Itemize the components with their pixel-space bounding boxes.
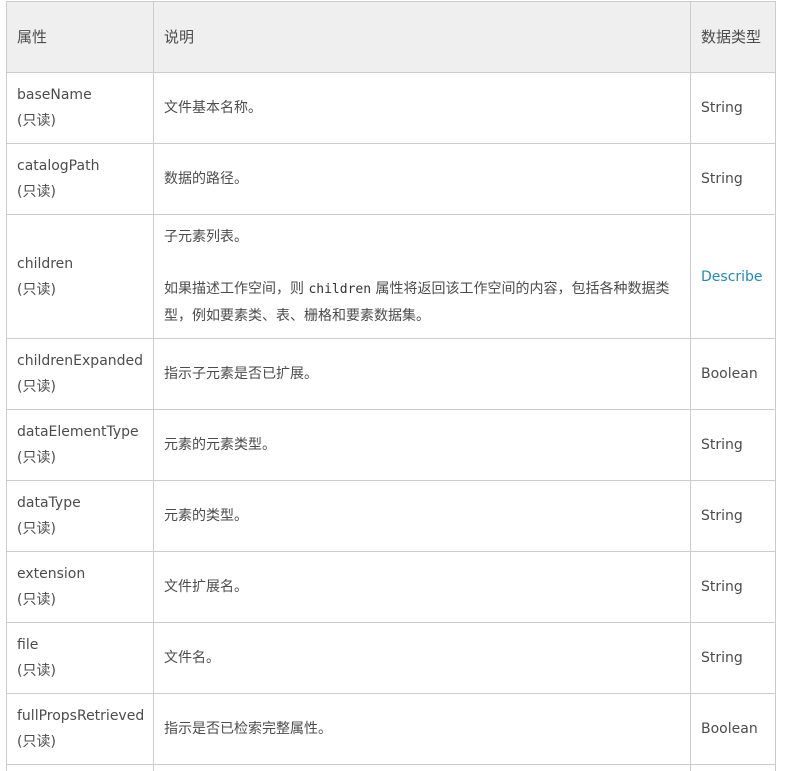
data-type-cell: String (690, 480, 776, 552)
description-text: 如果描述工作空间，则 (164, 281, 309, 297)
property-cell: dataType (只读) (6, 480, 154, 552)
description-cell: 元素的类型。 (153, 480, 691, 552)
readonly-label: (只读) (17, 113, 56, 129)
readonly-label: (只读) (17, 663, 56, 679)
data-type-value: String (701, 100, 743, 116)
property-cell: extension (只读) (6, 551, 154, 623)
data-type-cell: Boolean (690, 338, 776, 410)
description-cell: 文件名。 (153, 622, 691, 694)
property-cell: dataElementType (只读) (6, 409, 154, 481)
description-cell: 文件扩展名。 (153, 551, 691, 623)
data-type-value: String (701, 437, 743, 453)
readonly-label: (只读) (17, 592, 56, 608)
header-data-type: 数据类型 (690, 1, 776, 73)
data-type-value: Boolean (701, 721, 758, 737)
property-cell: baseName (只读) (6, 72, 154, 144)
data-type-cell: String (690, 72, 776, 144)
table-row: fullPropsRetrieved (只读) 指示是否已检索完整属性。 Boo… (6, 693, 776, 765)
property-name: fullPropsRetrieved (17, 708, 145, 724)
property-cell: fullPropsRetrieved (只读) (6, 693, 154, 765)
properties-page: 属性 说明 数据类型 baseName (只读) 文件基本名称。 String … (0, 0, 789, 771)
property-name: baseName (17, 87, 92, 103)
table-row: extension (只读) 文件扩展名。 String (6, 551, 776, 623)
readonly-label: (只读) (17, 450, 56, 466)
data-type-cell[interactable]: Describe (690, 214, 776, 339)
header-property: 属性 (6, 1, 154, 73)
table-row-partial (6, 764, 776, 771)
readonly-label: (只读) (17, 281, 56, 298)
properties-table: 属性 说明 数据类型 baseName (只读) 文件基本名称。 String … (6, 1, 776, 771)
description-cell: 指示子元素是否已扩展。 (153, 338, 691, 410)
description-line: 子元素列表。 (164, 229, 248, 245)
header-description: 说明 (153, 1, 691, 73)
property-name: file (17, 637, 39, 653)
property-cell: file (只读) (6, 622, 154, 694)
data-type-cell: String (690, 409, 776, 481)
description-cell: 子元素列表。 如果描述工作空间，则 children 属性将返回该工作空间的内容… (153, 214, 691, 339)
property-name: catalogPath (17, 158, 100, 174)
table-row: children (只读) 子元素列表。 如果描述工作空间，则 children… (6, 214, 776, 339)
property-name: dataType (17, 495, 81, 511)
readonly-label: (只读) (17, 521, 56, 537)
table-row: childrenExpanded (只读) 指示子元素是否已扩展。 Boolea… (6, 338, 776, 410)
description-cell: 元素的元素类型。 (153, 409, 691, 481)
property-name: childrenExpanded (17, 353, 144, 369)
property-name: extension (17, 566, 86, 582)
table-row: catalogPath (只读) 数据的路径。 String (6, 143, 776, 215)
table-row: dataType (只读) 元素的类型。 String (6, 480, 776, 552)
describe-link[interactable]: Describe (701, 269, 763, 285)
table-row: dataElementType (只读) 元素的元素类型。 String (6, 409, 776, 481)
readonly-label: (只读) (17, 734, 56, 750)
readonly-label: (只读) (17, 379, 56, 395)
data-type-cell: String (690, 143, 776, 215)
data-type-value: String (701, 579, 743, 595)
data-type-value: Boolean (701, 366, 758, 382)
property-name: dataElementType (17, 424, 139, 440)
property-name: children (17, 255, 74, 272)
property-cell: catalogPath (只读) (6, 143, 154, 215)
property-cell: childrenExpanded (只读) (6, 338, 154, 410)
code-children: children (308, 282, 372, 297)
readonly-label: (只读) (17, 184, 56, 200)
table-row: baseName (只读) 文件基本名称。 String (6, 72, 776, 144)
description-cell: 指示是否已检索完整属性。 (153, 693, 691, 765)
description-cell: 数据的路径。 (153, 143, 691, 215)
description-paragraph: 如果描述工作空间，则 children 属性将返回该工作空间的内容，包括各种数据… (164, 276, 680, 329)
table-row: file (只读) 文件名。 String (6, 622, 776, 694)
data-type-value: String (701, 171, 743, 187)
data-type-cell: Boolean (690, 693, 776, 765)
data-type-cell: String (690, 551, 776, 623)
data-type-cell: String (690, 622, 776, 694)
description-cell: 文件基本名称。 (153, 72, 691, 144)
table-header-row: 属性 说明 数据类型 (6, 1, 776, 73)
data-type-value: String (701, 508, 743, 524)
data-type-value: String (701, 650, 743, 666)
property-cell: children (只读) (6, 214, 154, 339)
